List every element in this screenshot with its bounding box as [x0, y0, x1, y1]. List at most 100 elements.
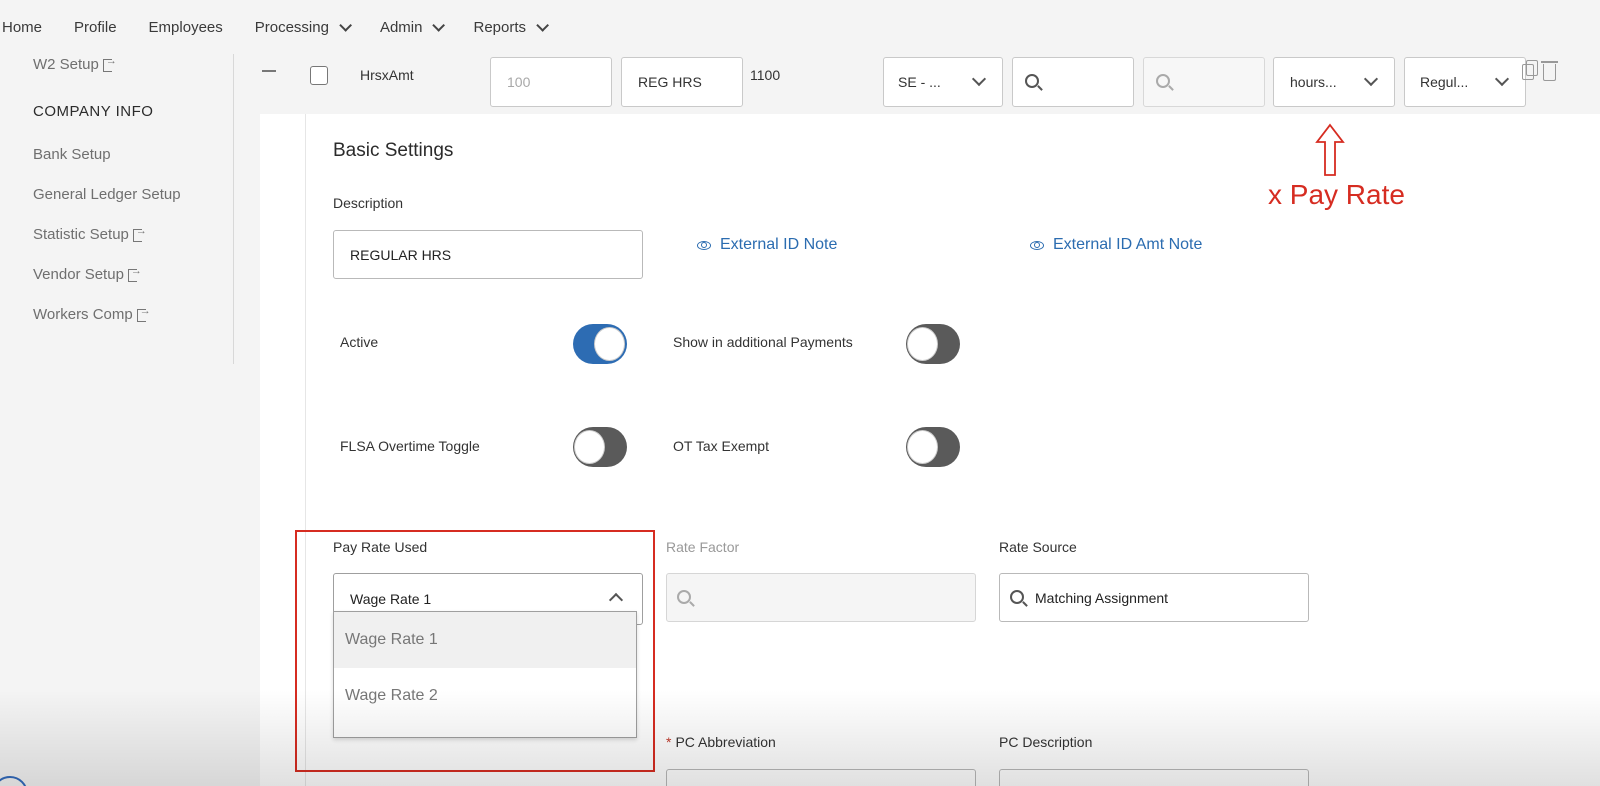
toggle-knob [574, 430, 605, 464]
pc-abbreviation-label: * PC Abbreviation [666, 734, 776, 750]
search-icon [1025, 74, 1039, 88]
search-icon [1156, 74, 1170, 88]
external-link-icon [136, 305, 151, 322]
amount-placeholder: 100 [507, 74, 531, 90]
sidebar-item-label: Workers Comp [33, 306, 133, 323]
dropdown-option[interactable]: Wage Rate 2 [334, 668, 636, 724]
description-field[interactable]: REGULAR HRS [333, 230, 643, 279]
select-regular-value: Regul... [1420, 74, 1469, 90]
search-field-1[interactable] [1012, 57, 1134, 107]
rate-source-value: Matching Assignment [1035, 589, 1169, 606]
collapse-icon[interactable] [262, 70, 276, 72]
chevron-down-icon [339, 18, 352, 32]
toggle-knob [907, 430, 938, 464]
ot-tax-exempt-toggle[interactable] [906, 427, 960, 467]
active-toggle[interactable] [573, 324, 627, 364]
sidebar-item-label: Bank Setup [33, 146, 111, 163]
nav-reports-label: Reports [473, 18, 527, 36]
sidebar-item-statistic-setup[interactable]: Statistic Setup [33, 225, 147, 244]
main-content: HrsxAmt 100 REG HRS 1100 SE - ... hours.… [260, 54, 1600, 786]
nav-profile-label: Profile [74, 18, 117, 36]
select-se-value: SE - ... [898, 74, 941, 90]
external-link-icon [127, 265, 142, 282]
abbreviation-value: REG HRS [638, 74, 702, 90]
dropdown-option[interactable]: Wage Rate 1 [334, 612, 636, 668]
chevron-down-icon [1363, 71, 1379, 87]
chevron-down-icon [536, 18, 550, 32]
external-link-icon [102, 55, 117, 72]
external-id-amt-note-link[interactable]: External ID Amt Note [1030, 236, 1202, 254]
flsa-overtime-label: FLSA Overtime Toggle [340, 438, 480, 454]
pay-code-number: 1100 [750, 67, 781, 83]
corner-badge-icon [0, 776, 28, 786]
sidebar-item-label: W2 Setup [33, 56, 99, 73]
nav-processing[interactable]: Processing [254, 18, 352, 36]
pc-abbreviation-label-text: PC Abbreviation [675, 734, 776, 750]
required-marker: * [666, 734, 672, 750]
pay-rate-used-label: Pay Rate Used [333, 539, 428, 555]
nav-profile[interactable]: Profile [74, 19, 117, 36]
pc-description-label: PC Description [999, 734, 1093, 750]
nav-employees[interactable]: Employees [149, 19, 223, 36]
active-label: Active [340, 334, 379, 350]
flsa-overtime-toggle[interactable] [573, 427, 627, 467]
trash-icon[interactable] [1541, 61, 1558, 81]
external-link-icon [132, 225, 147, 242]
nav-home-label: Home [2, 18, 43, 36]
sidebar: W2 Setup COMPANY INFO Bank Setup General… [0, 54, 234, 364]
nav-processing-label: Processing [254, 18, 329, 36]
up-arrow-icon [1315, 123, 1345, 176]
external-id-note-label: External ID Note [720, 236, 838, 253]
sidebar-item-vendor-setup[interactable]: Vendor Setup [33, 265, 142, 284]
nav-home[interactable]: Home [2, 19, 42, 36]
sidebar-item-workers-comp[interactable]: Workers Comp [33, 305, 151, 324]
section-divider [305, 114, 306, 786]
select-se[interactable]: SE - ... [883, 57, 1003, 107]
sidebar-item-label: Vendor Setup [33, 266, 124, 283]
amount-input[interactable]: 100 [490, 57, 612, 107]
nav-reports[interactable]: Reports [473, 18, 550, 36]
search-field-2[interactable] [1143, 57, 1265, 107]
eye-icon [697, 240, 711, 250]
external-id-note-link[interactable]: External ID Note [697, 236, 837, 254]
sidebar-item-label: Statistic Setup [33, 226, 129, 243]
rate-factor-label: Rate Factor [666, 539, 740, 555]
section-title: Basic Settings [333, 140, 454, 161]
select-regular[interactable]: Regul... [1404, 57, 1526, 107]
chevron-down-icon [1494, 71, 1510, 87]
chevron-down-icon [432, 18, 446, 32]
row-checkbox[interactable] [310, 66, 328, 85]
show-additional-payments-label: Show in additional Payments [673, 334, 853, 350]
annotation-text: x Pay Rate [1268, 179, 1405, 210]
copy-icon[interactable] [1522, 60, 1538, 80]
pay-code-row: HrsxAmt 100 REG HRS 1100 SE - ... hours.… [260, 54, 1600, 114]
external-id-amt-note-label: External ID Amt Note [1053, 236, 1203, 253]
select-hours-value: hours... [1290, 74, 1337, 90]
description-value: REGULAR HRS [350, 246, 452, 263]
rate-factor-field[interactable] [666, 573, 976, 622]
description-label: Description [333, 195, 404, 211]
pay-rate-used-value: Wage Rate 1 [350, 591, 432, 607]
top-nav: Home Profile Employees Processing Admin … [0, 0, 1600, 54]
toggle-knob [594, 327, 625, 361]
sidebar-section-title: COMPANY INFO [33, 103, 154, 120]
pc-description-field[interactable] [999, 769, 1309, 786]
search-icon [1010, 590, 1024, 604]
abbreviation-input[interactable]: REG HRS [621, 57, 743, 107]
sidebar-item-bank-setup[interactable]: Bank Setup [33, 146, 111, 163]
sidebar-item-general-ledger-setup[interactable]: General Ledger Setup [33, 186, 181, 203]
select-hours[interactable]: hours... [1273, 57, 1395, 107]
pay-code-name: HrsxAmt [360, 67, 414, 83]
toggle-knob [907, 327, 938, 361]
nav-employees-label: Employees [148, 18, 223, 36]
pc-abbreviation-field[interactable] [666, 769, 976, 786]
search-icon [677, 590, 691, 604]
pay-rate-dropdown: Wage Rate 1 Wage Rate 2 [333, 611, 637, 738]
nav-admin[interactable]: Admin [380, 19, 446, 36]
rate-source-field[interactable]: Matching Assignment [999, 573, 1309, 622]
eye-icon [1030, 240, 1044, 250]
ot-tax-exempt-label: OT Tax Exempt [673, 438, 769, 454]
rate-source-label: Rate Source [999, 539, 1077, 555]
show-additional-payments-toggle[interactable] [906, 324, 960, 364]
sidebar-item-w2-setup[interactable]: W2 Setup [33, 55, 117, 74]
